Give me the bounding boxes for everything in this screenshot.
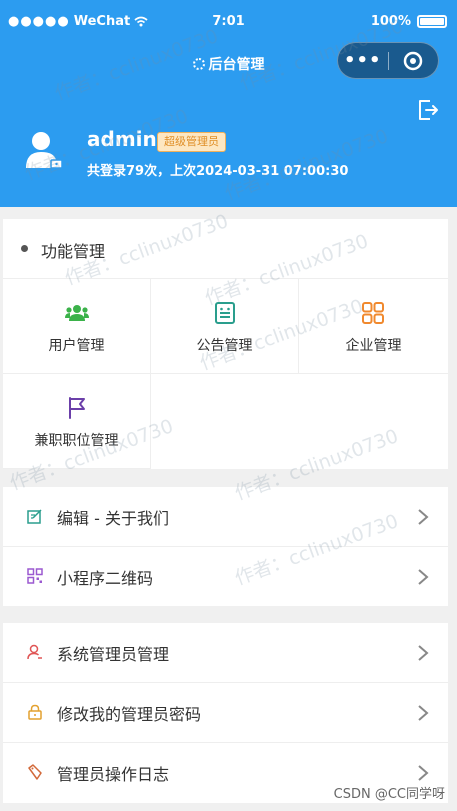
list-item-label: 小程序二维码 <box>57 569 154 588</box>
lock-icon <box>28 704 42 720</box>
loading-icon <box>192 58 205 70</box>
func-label: 企业管理 <box>345 338 402 354</box>
list-item-label: 系统管理员管理 <box>57 645 170 664</box>
func-company-management[interactable]: 企业管理 <box>299 279 448 374</box>
list-item-edit-about[interactable]: 编辑 - 关于我们 <box>3 487 448 547</box>
logout-icon[interactable] <box>416 98 440 122</box>
chevron-right-icon <box>418 645 429 661</box>
grid-icon <box>362 302 384 324</box>
chevron-right-icon <box>418 509 429 525</box>
role-badge: 超级管理员 <box>157 132 226 152</box>
func-label: 用户管理 <box>48 338 105 354</box>
list-item-label: 修改我的管理员密码 <box>57 705 202 724</box>
miniprogram-capsule: ••• <box>337 42 439 79</box>
func-parttime-job-management[interactable]: 兼职职位管理 <box>3 374 151 469</box>
username: admin <box>87 127 157 151</box>
settings-list-1: 编辑 - 关于我们 小程序二维码 <box>3 487 448 606</box>
list-item-qrcode[interactable]: 小程序二维码 <box>3 547 448 607</box>
target-icon <box>403 51 423 70</box>
login-info: 共登录79次，上次2024-03-31 07:00:30 <box>87 164 349 179</box>
list-item-label: 编辑 - 关于我们 <box>57 509 169 528</box>
csdn-credit: CSDN @CC同学呀 <box>333 787 445 802</box>
section-title: 功能管理 <box>3 219 448 279</box>
settings-list-2: 系统管理员管理 修改我的管理员密码 管理员操作日志 <box>3 623 448 803</box>
list-item-admin-management[interactable]: 系统管理员管理 <box>3 623 448 683</box>
page-title-text: 后台管理 <box>208 57 265 73</box>
more-button[interactable]: ••• <box>338 42 388 79</box>
edit-icon <box>27 509 42 524</box>
list-item-label: 管理员操作日志 <box>57 765 170 784</box>
chevron-right-icon <box>418 705 429 721</box>
battery-label: 100% <box>370 14 411 29</box>
bullet-icon <box>21 245 28 252</box>
avatar <box>26 132 63 169</box>
chevron-right-icon <box>418 765 429 781</box>
section-title-text: 功能管理 <box>41 242 106 261</box>
status-right: 100% <box>371 14 447 29</box>
function-panel: 功能管理 用户管理 公告管理 企业管理 兼职职位管理 <box>3 219 448 469</box>
header: ●●●●● WeChat 7:01 100% 后台管理 ••• admin 超级… <box>0 0 457 207</box>
close-button[interactable] <box>388 51 438 71</box>
status-bar: ●●●●● WeChat 7:01 100% <box>0 12 457 36</box>
user-icon <box>27 644 42 660</box>
users-icon <box>65 305 89 321</box>
list-item-change-password[interactable]: 修改我的管理员密码 <box>3 683 448 743</box>
flag-icon <box>69 397 85 419</box>
log-icon <box>28 764 42 780</box>
func-user-management[interactable]: 用户管理 <box>3 279 151 374</box>
notice-icon <box>215 302 235 324</box>
battery-icon <box>417 15 447 28</box>
func-label: 公告管理 <box>196 338 253 354</box>
qrcode-icon <box>27 568 43 584</box>
func-label: 兼职职位管理 <box>34 433 119 449</box>
func-notice-management[interactable]: 公告管理 <box>151 279 299 374</box>
chevron-right-icon <box>418 569 429 585</box>
